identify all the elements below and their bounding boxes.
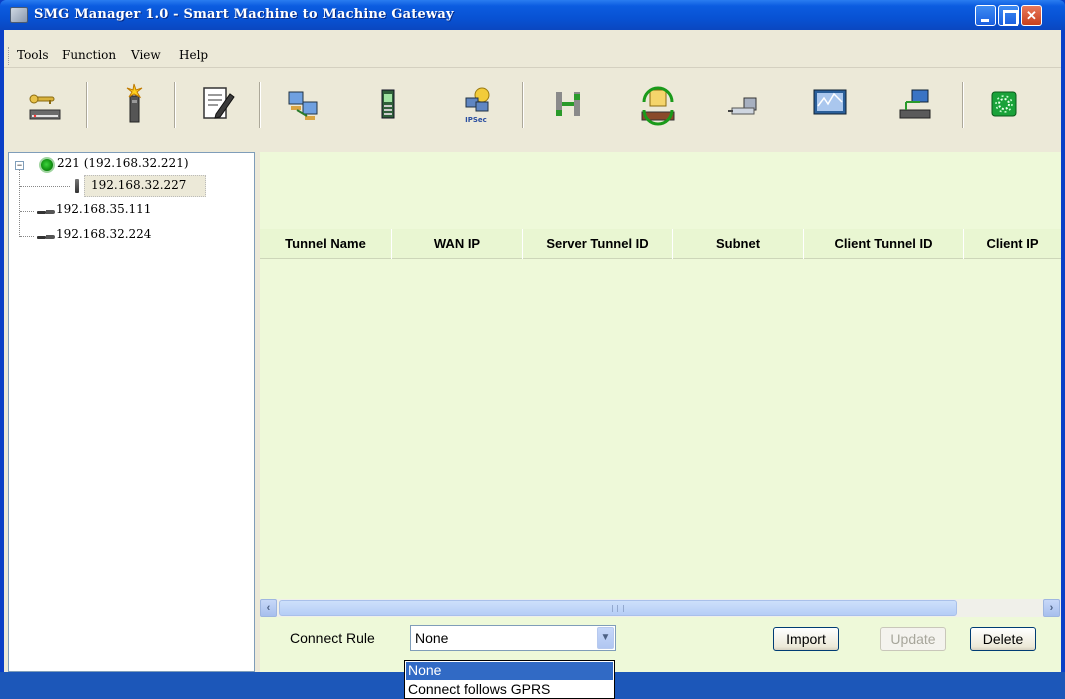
- toolbar-separator: [259, 82, 261, 128]
- ipsec-label: IPSec: [465, 116, 487, 124]
- sync-tray-icon[interactable]: [634, 80, 682, 128]
- tree-item-1[interactable]: 192.168.32.227: [91, 178, 186, 192]
- delete-button[interactable]: Delete: [970, 627, 1036, 651]
- connect-rule-label: Connect Rule: [290, 630, 375, 646]
- column-subnet[interactable]: Subnet: [673, 229, 804, 259]
- connect-rule-dropdown[interactable]: None Connect follows GPRS: [404, 660, 615, 699]
- dropdown-option-none[interactable]: None: [406, 662, 613, 680]
- network-computers-icon[interactable]: [279, 80, 327, 128]
- column-wan-ip[interactable]: WAN IP: [392, 229, 523, 259]
- toolbar: IPSec: [4, 70, 1061, 148]
- import-button[interactable]: Import: [773, 627, 839, 651]
- network-station-icon[interactable]: [892, 80, 940, 128]
- chevron-down-icon[interactable]: ▼: [597, 627, 614, 649]
- edit-note-icon[interactable]: [194, 80, 242, 128]
- menu-help[interactable]: Help: [179, 48, 208, 62]
- flash-device-icon[interactable]: [110, 80, 158, 128]
- window-title: SMG Manager 1.0 - Smart Machine to Machi…: [34, 7, 454, 22]
- tree-expander[interactable]: −: [15, 161, 24, 170]
- table-header: Tunnel Name WAN IP Server Tunnel ID Subn…: [260, 229, 1061, 259]
- tree-item-3[interactable]: 192.168.32.224: [56, 227, 151, 241]
- connect-rule-value: None: [415, 630, 449, 646]
- title-bar[interactable]: SMG Manager 1.0 - Smart Machine to Machi…: [0, 0, 1065, 30]
- stick-device-icon: [75, 179, 79, 193]
- mobile-device-icon[interactable]: [364, 80, 412, 128]
- toolbar-separator: [962, 82, 964, 128]
- tree-line: [19, 170, 20, 237]
- menu-function[interactable]: Function: [62, 48, 116, 62]
- menu-grip: [8, 47, 11, 65]
- ipsec-icon[interactable]: IPSec: [452, 80, 500, 128]
- menu-tools[interactable]: Tools: [17, 48, 49, 62]
- update-button[interactable]: Update: [880, 627, 946, 651]
- horizontal-scrollbar[interactable]: ‹ ›: [260, 599, 1061, 617]
- column-server-tunnel-id[interactable]: Server Tunnel ID: [523, 229, 673, 259]
- tree-line: [20, 186, 70, 187]
- column-client-tunnel-id[interactable]: Client Tunnel ID: [804, 229, 964, 259]
- tree-item-2[interactable]: 192.168.35.111: [56, 202, 151, 216]
- gateway-node-icon: [39, 157, 55, 173]
- key-device-icon[interactable]: [22, 80, 70, 128]
- monitor-graph-icon[interactable]: [806, 80, 854, 128]
- app-window: SMG Manager 1.0 - Smart Machine to Machi…: [0, 0, 1065, 699]
- tree-line: [20, 236, 34, 237]
- maximize-button[interactable]: [998, 5, 1019, 26]
- green-gear-icon[interactable]: [980, 80, 1028, 128]
- toolbar-separator: [86, 82, 88, 128]
- close-button[interactable]: ✕: [1021, 5, 1042, 26]
- scroll-left-button[interactable]: ‹: [260, 599, 277, 617]
- device-tree[interactable]: − 221 (192.168.32.221) 192.168.32.227 19…: [8, 152, 255, 672]
- connect-rule-select[interactable]: None ▼: [410, 625, 616, 651]
- column-tunnel-name[interactable]: Tunnel Name: [260, 229, 392, 259]
- menu-view[interactable]: View: [131, 48, 161, 62]
- tunnel-panel: Tunnel Name WAN IP Server Tunnel ID Subn…: [260, 152, 1061, 672]
- dropdown-option-gprs[interactable]: Connect follows GPRS: [406, 681, 613, 699]
- scroll-grip: [612, 605, 624, 612]
- tree-root-label[interactable]: 221 (192.168.32.221): [57, 156, 189, 170]
- menu-bar: Tools Function View Help: [4, 44, 1061, 68]
- column-client-ip[interactable]: Client IP: [964, 229, 1061, 259]
- tree-line: [20, 211, 34, 212]
- toolbar-separator: [522, 82, 524, 128]
- usb-device-icon[interactable]: [720, 80, 768, 128]
- minimize-button[interactable]: [975, 5, 996, 26]
- scroll-thumb[interactable]: [279, 600, 957, 616]
- plug-icon: [37, 209, 55, 215]
- plug-icon: [37, 234, 55, 240]
- network-topology-icon[interactable]: [544, 80, 592, 128]
- scroll-right-button[interactable]: ›: [1043, 599, 1060, 617]
- app-icon[interactable]: [10, 7, 28, 23]
- client-area: Tools Function View Help IPSec − 221 (19…: [4, 30, 1061, 672]
- toolbar-separator: [174, 82, 176, 128]
